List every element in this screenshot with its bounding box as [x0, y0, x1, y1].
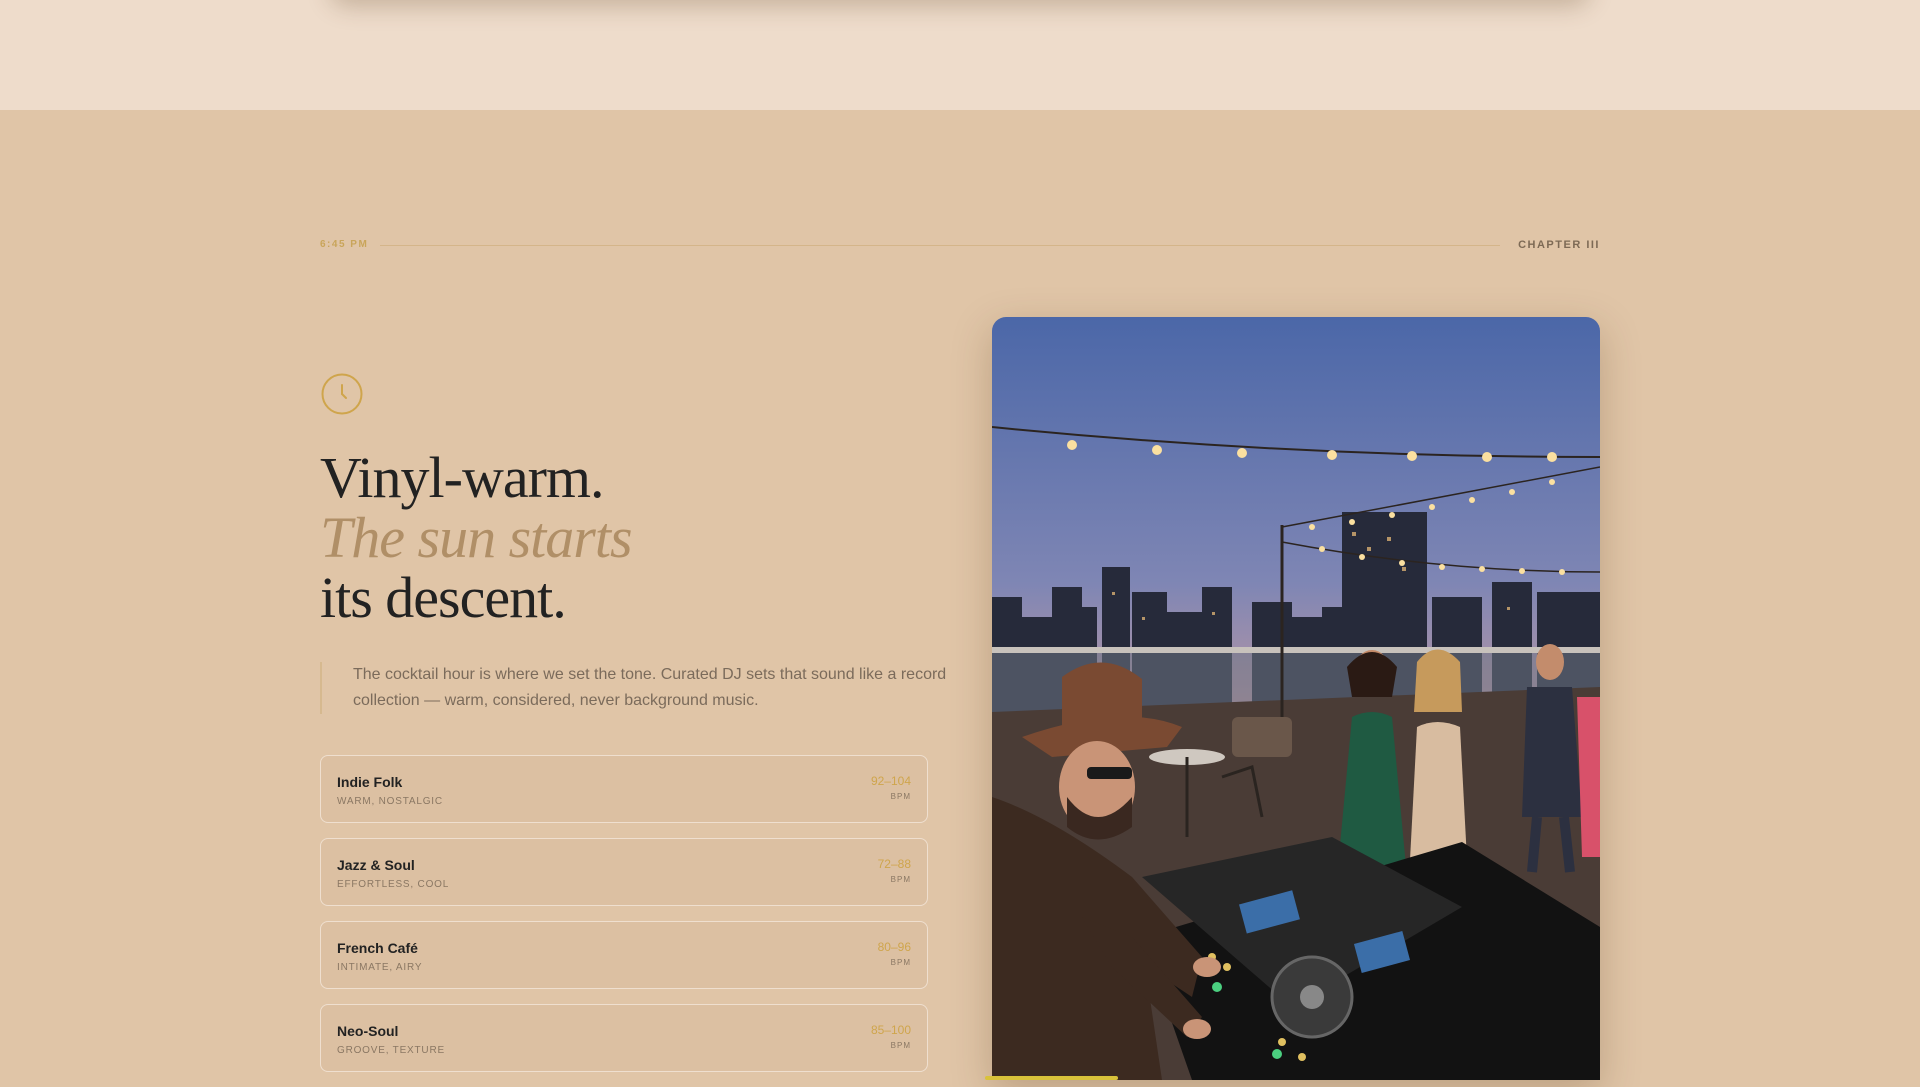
bpm-unit: BPM: [890, 1041, 911, 1050]
chapter-rule: 6:45 PM CHAPTER III: [320, 236, 1600, 256]
genre-bpm: 80–96: [877, 940, 911, 954]
headline-line-2: The sun starts: [320, 505, 633, 570]
genre-bpm: 92–104: [870, 774, 911, 788]
genre-description: GROOVE, TEXTURE: [337, 1045, 445, 1056]
bpm-unit: BPM: [890, 792, 911, 801]
genre-name: Jazz & Soul: [337, 857, 415, 873]
time-label: 6:45 PM: [320, 239, 369, 250]
genre-bpm: 85–100: [870, 1023, 911, 1037]
genre-card-jazz-soul[interactable]: Jazz & Soul EFFORTLESS, COOL 72–88 BPM: [320, 838, 928, 906]
genre-description: INTIMATE, AIRY: [337, 962, 423, 973]
clock-icon: [321, 373, 363, 415]
genre-name: French Café: [337, 940, 418, 956]
bpm-unit: BPM: [890, 958, 911, 967]
previous-section-band: [0, 0, 1920, 111]
genre-description: WARM, NOSTALGIC: [337, 796, 443, 807]
hero-headline: Vinyl-warm. The sun starts its descent.: [320, 445, 633, 630]
headline-line-1: Vinyl-warm.: [320, 445, 605, 510]
photo-accent-tab: [985, 1076, 1118, 1080]
genre-card-indie-folk[interactable]: Indie Folk WARM, NOSTALGIC 92–104 BPM: [320, 755, 928, 823]
rooftop-dj-photo: [992, 317, 1600, 1080]
divider-line: [380, 245, 1500, 246]
genre-name: Indie Folk: [337, 774, 403, 790]
genre-card-french-cafe[interactable]: French Café INTIMATE, AIRY 80–96 BPM: [320, 921, 928, 989]
intro-paragraph: The cocktail hour is where we set the to…: [320, 662, 953, 714]
genre-list: Indie Folk WARM, NOSTALGIC 92–104 BPM Ja…: [320, 755, 928, 1087]
genre-description: EFFORTLESS, COOL: [337, 879, 450, 890]
genre-card-neo-soul[interactable]: Neo-Soul GROOVE, TEXTURE 85–100 BPM: [320, 1004, 928, 1072]
headline-line-3: its descent.: [320, 565, 567, 630]
genre-name: Neo-Soul: [337, 1023, 399, 1039]
bpm-unit: BPM: [890, 875, 911, 884]
chapter-label: CHAPTER III: [1518, 239, 1600, 251]
genre-bpm: 72–88: [877, 857, 911, 871]
rooftop-dj-illustration: [992, 317, 1600, 1080]
